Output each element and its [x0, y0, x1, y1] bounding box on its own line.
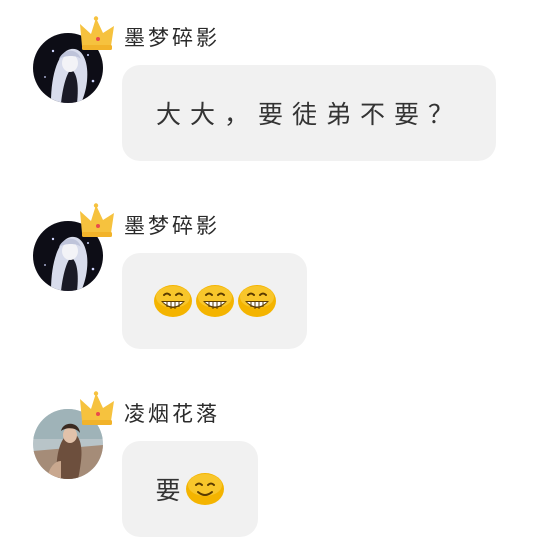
message-text: 大大，要徒弟不要？ — [155, 100, 462, 129]
sender-name: 墨梦碎影 — [124, 26, 220, 50]
message-bubble[interactable] — [122, 253, 307, 349]
emoji-row — [153, 284, 277, 318]
sender-name: 凌烟花落 — [124, 402, 220, 426]
crown-icon — [78, 391, 118, 427]
message-text: 要 — [155, 476, 181, 505]
message-bubble[interactable]: 要 — [122, 441, 258, 537]
grinning-face-icon — [195, 284, 235, 318]
sender-name: 墨梦碎影 — [124, 214, 220, 238]
crown-icon — [78, 203, 118, 239]
smiling-face-icon — [185, 472, 225, 506]
crown-icon — [78, 16, 118, 52]
grinning-face-icon — [153, 284, 193, 318]
message-content: 要 — [155, 471, 224, 507]
grinning-face-icon — [237, 284, 277, 318]
message-bubble[interactable]: 大大，要徒弟不要？ — [122, 65, 496, 161]
